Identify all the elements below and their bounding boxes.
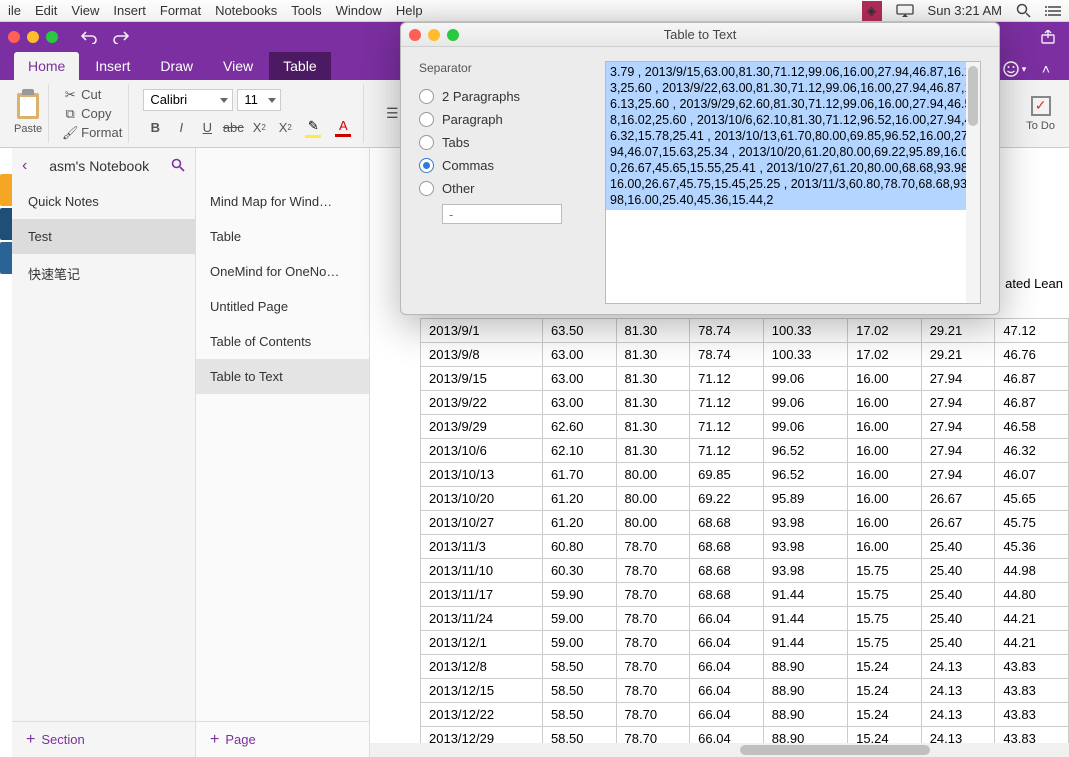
minimize-window-button[interactable]	[27, 31, 39, 43]
notebook-title[interactable]: asm's Notebook	[35, 158, 163, 174]
ribbon-tab-view[interactable]: View	[209, 52, 267, 80]
notebook-panel: ‹ asm's Notebook Quick NotesTest快速笔记 +Se…	[12, 148, 196, 757]
table-row[interactable]: 2013/10/2761.2080.0068.6893.9816.0026.67…	[421, 511, 1069, 535]
section-tab-quicknotes-cn[interactable]	[0, 242, 12, 274]
menu-format[interactable]: Format	[160, 3, 201, 18]
other-separator-input[interactable]: -	[442, 204, 562, 224]
ribbon-tab-home[interactable]: Home	[14, 52, 79, 80]
menubar-clock[interactable]: Sun 3:21 AM	[928, 3, 1002, 18]
font-size-select[interactable]: 11	[237, 89, 281, 111]
share-button[interactable]	[1035, 26, 1061, 48]
section-tab-quicknotes[interactable]	[0, 174, 12, 206]
subscript-button[interactable]: X2	[247, 117, 271, 139]
page-item[interactable]: OneMind for OneNo…	[196, 254, 369, 289]
search-button[interactable]	[171, 158, 185, 175]
zoom-window-button[interactable]	[46, 31, 58, 43]
font-color-button[interactable]: A	[329, 117, 357, 139]
undo-button[interactable]	[76, 26, 102, 48]
page-item[interactable]: Mind Map for Wind…	[196, 184, 369, 219]
menu-window[interactable]: Window	[336, 3, 382, 18]
table-row[interactable]: 2013/11/360.8078.7068.6893.9816.0025.404…	[421, 535, 1069, 559]
menu-view[interactable]: View	[71, 3, 99, 18]
table-row[interactable]: 2013/9/863.0081.3078.74100.3317.0229.214…	[421, 343, 1069, 367]
menu-insert[interactable]: Insert	[113, 3, 146, 18]
add-section-button[interactable]: +Section	[12, 721, 195, 757]
underline-button[interactable]: U	[195, 117, 219, 139]
italic-button[interactable]: I	[169, 117, 193, 139]
section-item[interactable]: Test	[12, 219, 195, 254]
spotlight-icon[interactable]	[1016, 3, 1031, 18]
page-item[interactable]: Table to Text	[196, 359, 369, 394]
section-tab-test[interactable]	[0, 208, 12, 240]
menu-ile[interactable]: ile	[8, 3, 21, 18]
menu-edit[interactable]: Edit	[35, 3, 57, 18]
separator-option-tabs[interactable]: Tabs	[419, 131, 589, 154]
paste-label: Paste	[14, 123, 42, 135]
separator-option-2-paragraphs[interactable]: 2 Paragraphs	[419, 85, 589, 108]
back-button[interactable]: ‹	[22, 157, 27, 175]
data-table[interactable]: 2013/9/163.5081.3078.74100.3317.0229.214…	[420, 318, 1069, 751]
dialog-title: Table to Text	[664, 27, 737, 42]
page-item[interactable]: Table of Contents	[196, 324, 369, 359]
format-painter-button[interactable]: 🖌Format	[63, 124, 122, 141]
ribbon-collapse-button[interactable]: ˄	[1033, 58, 1059, 80]
add-page-button[interactable]: +Page	[196, 721, 369, 757]
menu-notebooks[interactable]: Notebooks	[215, 3, 277, 18]
section-color-tabs	[0, 148, 12, 757]
horizontal-scrollbar[interactable]	[370, 743, 1069, 757]
airplay-icon[interactable]	[896, 4, 914, 18]
table-to-text-dialog: Table to Text Separator 2 ParagraphsPara…	[400, 22, 1000, 315]
ribbon-tab-draw[interactable]: Draw	[146, 52, 207, 80]
table-row[interactable]: 2013/9/2962.6081.3071.1299.0616.0027.944…	[421, 415, 1069, 439]
feedback-button[interactable]: ▾	[1001, 58, 1027, 80]
menu-tools[interactable]: Tools	[291, 3, 321, 18]
strikethrough-button[interactable]: abc	[221, 117, 245, 139]
table-row[interactable]: 2013/11/1759.9078.7068.6891.4415.7525.40…	[421, 583, 1069, 607]
copy-button[interactable]: ⧉Copy	[63, 105, 111, 122]
table-row[interactable]: 2013/10/1361.7080.0069.8596.5216.0027.94…	[421, 463, 1069, 487]
table-row[interactable]: 2013/9/2263.0081.3071.1299.0616.0027.944…	[421, 391, 1069, 415]
font-select[interactable]: Calibri	[143, 89, 233, 111]
table-row[interactable]: 2013/12/2258.5078.7066.0488.9015.2424.13…	[421, 703, 1069, 727]
page-item[interactable]: Table	[196, 219, 369, 254]
column-header-fragment: ated Lean	[1005, 276, 1063, 291]
pages-panel: Mind Map for Wind…TableOneMind for OneNo…	[196, 148, 370, 757]
table-row[interactable]: 2013/9/163.5081.3078.74100.3317.0229.214…	[421, 319, 1069, 343]
table-row[interactable]: 2013/9/1563.0081.3071.1299.0616.0027.944…	[421, 367, 1069, 391]
paste-icon[interactable]	[14, 93, 42, 121]
todo-tag-button[interactable]: ✓	[1031, 96, 1051, 116]
cut-button[interactable]: ✂Cut	[63, 86, 101, 103]
highlight-button[interactable]: ✎	[299, 117, 327, 139]
table-row[interactable]: 2013/10/662.1081.3071.1296.5216.0027.944…	[421, 439, 1069, 463]
ribbon-tab-insert[interactable]: Insert	[81, 52, 144, 80]
table-row[interactable]: 2013/12/858.5078.7066.0488.9015.2424.134…	[421, 655, 1069, 679]
bold-button[interactable]: B	[143, 117, 167, 139]
dialog-close-button[interactable]	[409, 29, 421, 41]
dialog-minimize-button[interactable]	[428, 29, 440, 41]
preview-scrollbar[interactable]	[966, 62, 980, 303]
ribbon-tab-table[interactable]: Table	[269, 52, 330, 80]
separator-option-paragraph[interactable]: Paragraph	[419, 108, 589, 131]
table-row[interactable]: 2013/12/159.0078.7066.0491.4415.7525.404…	[421, 631, 1069, 655]
menu-list-icon[interactable]	[1045, 5, 1061, 17]
separator-option-commas[interactable]: Commas	[419, 154, 589, 177]
menu-help[interactable]: Help	[396, 3, 423, 18]
preview-pane[interactable]: 3.79 , 2013/9/15,63.00,81.30,71.12,99.06…	[605, 61, 981, 304]
section-item[interactable]: Quick Notes	[12, 184, 195, 219]
table-row[interactable]: 2013/12/1558.5078.7066.0488.9015.2424.13…	[421, 679, 1069, 703]
close-window-button[interactable]	[8, 31, 20, 43]
page-item[interactable]: Untitled Page	[196, 289, 369, 324]
separator-option-other[interactable]: Other	[419, 177, 589, 200]
menu-extra-icon[interactable]: ◈	[862, 1, 882, 21]
dialog-zoom-button[interactable]	[447, 29, 459, 41]
superscript-button[interactable]: X2	[273, 117, 297, 139]
table-row[interactable]: 2013/10/2061.2080.0069.2295.8916.0026.67…	[421, 487, 1069, 511]
mac-menubar: ile Edit View Insert Format Notebooks Tools Win…	[0, 0, 1069, 22]
redo-button[interactable]	[108, 26, 134, 48]
separator-label: Separator	[419, 61, 589, 75]
section-item[interactable]: 快速笔记	[12, 254, 195, 293]
table-row[interactable]: 2013/11/2459.0078.7066.0491.4415.7525.40…	[421, 607, 1069, 631]
table-row[interactable]: 2013/11/1060.3078.7068.6893.9815.7525.40…	[421, 559, 1069, 583]
todo-label: To Do	[1026, 120, 1055, 132]
